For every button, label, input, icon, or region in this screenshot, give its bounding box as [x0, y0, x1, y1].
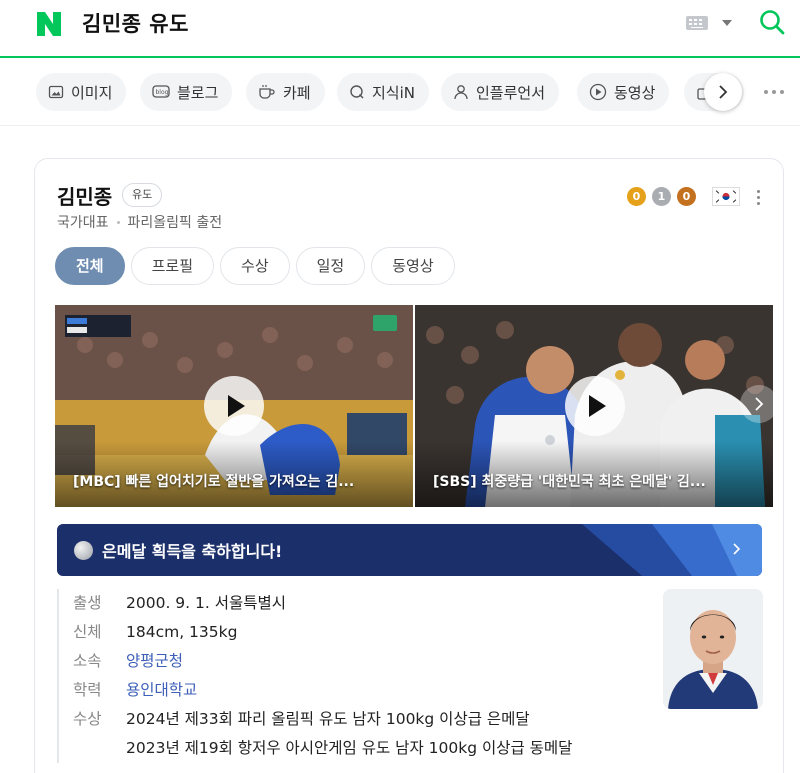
- tab-label: 동영상: [614, 83, 656, 102]
- play-icon[interactable]: [565, 376, 625, 436]
- school-link[interactable]: 용인대학교: [126, 676, 197, 705]
- tab-all[interactable]: 전체: [55, 247, 125, 285]
- tab-label: 카페: [283, 83, 311, 102]
- info-row-body: 신체 184cm, 135kg: [59, 618, 657, 647]
- profile-tabs: 전체 프로필 수상 일정 동영상: [55, 247, 455, 285]
- person-icon: [454, 85, 468, 100]
- tab-label: 이미지: [71, 83, 113, 102]
- medal-count: 0 1 0: [627, 187, 696, 206]
- info-key: 신체: [73, 623, 102, 641]
- kin-icon: [350, 85, 364, 99]
- cafe-icon: [259, 85, 275, 99]
- more-options-icon[interactable]: [764, 90, 784, 94]
- info-key: [59, 734, 126, 763]
- tab-awards[interactable]: 수상: [220, 247, 290, 285]
- team-link[interactable]: 양평군청: [126, 647, 183, 676]
- info-value: 2000. 9. 1. 서울특별시: [126, 594, 287, 612]
- search-tab-bar: 이미지 blog 블로그 카페 지식iN 인플루언서 동영상: [0, 60, 800, 126]
- bronze-medal-icon: 0: [677, 187, 696, 206]
- play-circle-icon: [589, 83, 607, 101]
- videos-next-button[interactable]: [740, 385, 778, 423]
- play-icon[interactable]: [204, 376, 264, 436]
- tabs-scroll-right-button[interactable]: [704, 73, 742, 111]
- athlete-profile-card: 김민종 유도 국가대표 파리올림픽 출전 0 1 0 전체 프로필 수상 일정 …: [34, 158, 784, 773]
- tab-blog[interactable]: blog 블로그: [140, 73, 233, 111]
- subtitle-olympics: 파리올림픽 출전: [127, 215, 223, 231]
- chevron-right-icon: [733, 543, 741, 555]
- athlete-subtitle: 국가대표 파리올림픽 출전: [57, 212, 222, 232]
- blog-icon: blog: [152, 85, 170, 98]
- info-key: 학력: [73, 681, 102, 699]
- search-icon[interactable]: [758, 8, 786, 36]
- info-row-education: 학력 용인대학교: [59, 676, 657, 705]
- info-key: 출생: [73, 594, 102, 612]
- tab-image[interactable]: 이미지: [36, 73, 127, 111]
- info-key: 소속: [73, 652, 102, 670]
- tab-influencer[interactable]: 인플루언서: [441, 73, 560, 111]
- info-value: 184cm, 135kg: [126, 623, 238, 641]
- tab-videos[interactable]: 동영상: [371, 247, 455, 285]
- more-vertical-icon[interactable]: [757, 190, 760, 205]
- image-icon: [48, 85, 64, 99]
- tab-cafe[interactable]: 카페: [246, 73, 325, 111]
- athlete-portrait: [663, 589, 763, 709]
- silver-medal-banner[interactable]: 은메달 획득을 축하합니다!: [57, 524, 762, 576]
- info-value: 2024년 제33회 파리 올림픽 유도 남자 100kg 이상급 은메달: [126, 710, 530, 728]
- chevron-right-icon: [755, 397, 764, 411]
- silver-medal-icon: 1: [652, 187, 671, 206]
- info-key: 수상: [73, 710, 102, 728]
- tab-label: 블로그: [177, 83, 219, 102]
- silver-medal-icon: [74, 541, 93, 560]
- info-row-awards-cont: 2023년 제19회 항저우 아시안게임 유도 남자 100kg 이상급 동메달: [59, 734, 657, 763]
- info-row-team: 소속 양평군청: [59, 647, 657, 676]
- search-query[interactable]: 김민종 유도: [82, 8, 189, 38]
- naver-n-logo[interactable]: [34, 9, 64, 39]
- video-caption[interactable]: [MBC] 빠른 업어치기로 절반을 가져오는 김...: [55, 441, 413, 507]
- info-row-awards: 수상 2024년 제33회 파리 올림픽 유도 남자 100kg 이상급 은메달: [59, 705, 657, 734]
- search-header: 김민종 유도: [0, 0, 800, 58]
- separator-dot: [116, 220, 120, 224]
- keyboard-icon[interactable]: [686, 16, 708, 30]
- chevron-right-icon: [719, 85, 728, 99]
- tab-label: 지식iN: [372, 83, 415, 102]
- korea-flag-icon: [712, 187, 740, 206]
- sport-badge: 유도: [122, 183, 163, 207]
- tab-video[interactable]: 동영상: [577, 73, 670, 111]
- banner-decoration: [582, 524, 762, 576]
- tab-schedule[interactable]: 일정: [295, 247, 366, 285]
- video-caption[interactable]: [SBS] 최중량급 '대한민국 최초 은메달' 김...: [415, 441, 773, 507]
- info-row-birth: 출생 2000. 9. 1. 서울특별시: [59, 589, 657, 618]
- banner-text: 은메달 획득을 축하합니다!: [102, 542, 283, 561]
- svg-text:blog: blog: [156, 89, 169, 96]
- info-value: 2023년 제19회 항저우 아시안게임 유도 남자 100kg 이상급 동메달: [126, 739, 573, 757]
- tab-profile[interactable]: 프로필: [130, 247, 215, 285]
- athlete-name[interactable]: 김민종: [57, 181, 112, 210]
- video-card[interactable]: [SBS] 최중량급 '대한민국 최초 은메달' 김...: [415, 305, 773, 507]
- profile-info-list: 출생 2000. 9. 1. 서울특별시 신체 184cm, 135kg 소속 …: [57, 589, 657, 763]
- subtitle-national-team: 국가대표: [57, 215, 109, 231]
- chevron-down-icon[interactable]: [722, 20, 732, 26]
- gold-medal-icon: 0: [627, 187, 646, 206]
- athlete-photo[interactable]: [663, 589, 763, 709]
- tab-label: 인플루언서: [476, 83, 546, 102]
- tab-kin[interactable]: 지식iN: [337, 73, 429, 111]
- video-card[interactable]: [MBC] 빠른 업어치기로 절반을 가져오는 김...: [55, 305, 413, 507]
